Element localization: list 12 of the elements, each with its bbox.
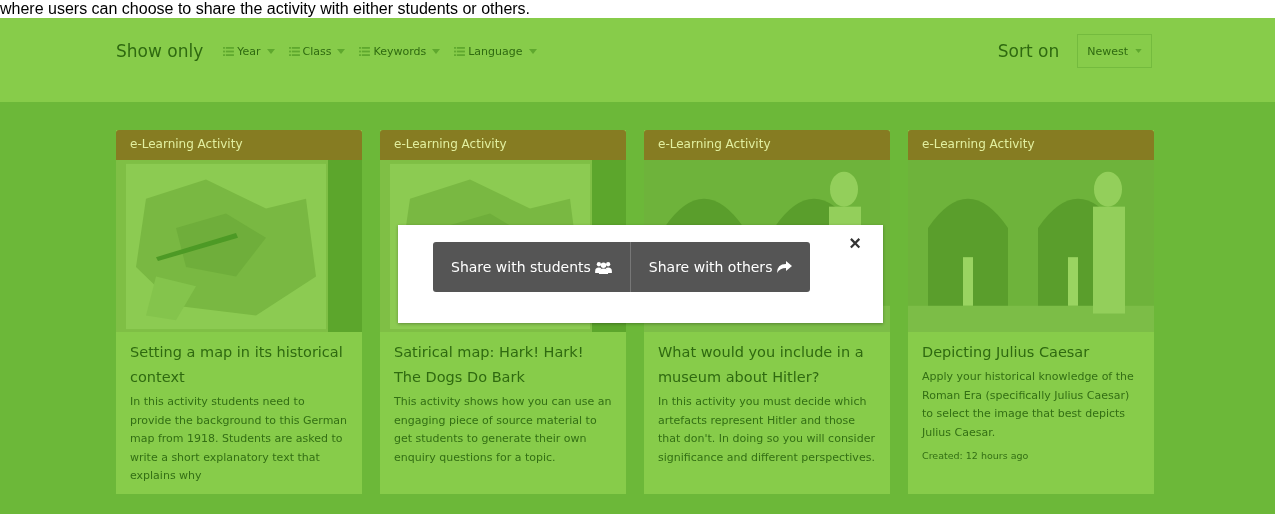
category-label: e-Learning Activity [644, 130, 890, 160]
card-description: In this activity you must decide which artefacts represent Hitler and those that don't. In doing so you will consider significance and different perspectives. [658, 394, 876, 466]
card-description: In this activity students need to provide the background to this German map from 1918. Students are asked to write a short explanatory text that explains why [130, 394, 348, 484]
category-label: e-Learning Activity [908, 130, 1154, 160]
caption-text: where users can choose to share the activity with either students or others. [0, 0, 532, 18]
card-description: This activity shows how you can use an engaging piece of source material to get students to generate their own enquiry questions for a topic. [394, 394, 612, 466]
category-label: e-Learning Activity [116, 130, 362, 160]
sort-label: Sort on [997, 41, 1060, 61]
category-label: e-Learning Activity [380, 130, 626, 160]
card-description: Apply your historical knowledge of the Roman Era (specifically Julius Caesar) to select the image that best depicts Julius Caesar. [922, 369, 1135, 441]
created-time: Created: 12 hours ago [922, 450, 1030, 461]
filter-label: Show only [116, 41, 204, 61]
